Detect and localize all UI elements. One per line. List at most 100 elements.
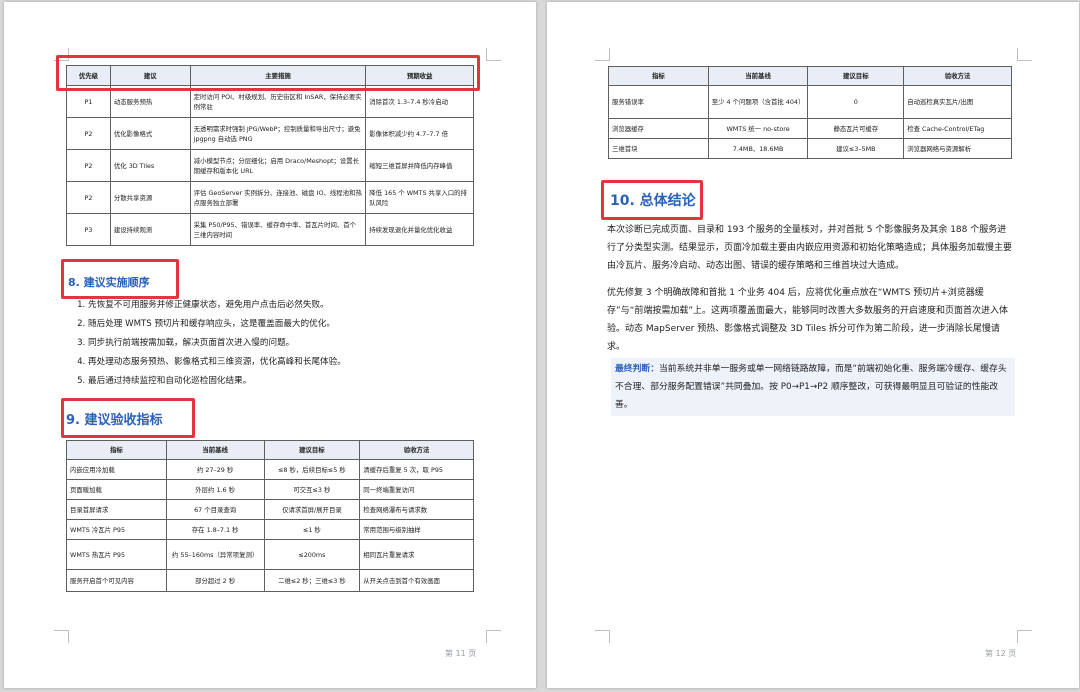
table-cell: 服务开启首个可见内容 [66, 569, 167, 592]
table-cell: 可交互≤3 秒 [263, 479, 361, 500]
table-row: P2 分散共享资源 评估 GeoServer 实例拆分、连接池、磁盘 IO、线程… [66, 181, 474, 214]
table-row: P3 建设持续观测 采集 P50/P95、错误率、缓存命中率、首瓦片时间、首个三… [66, 213, 474, 246]
table-cell: 三维首块 [608, 138, 709, 159]
list-item: 再处理动态服务预热、影像格式和三维资源，优化高峰和长尾体验。 [88, 353, 488, 372]
highlight-box [56, 55, 480, 91]
page-number: 第 12 页 [985, 649, 1017, 658]
table-cell: 部分超过 2 秒 [165, 569, 265, 592]
highlight-box [61, 398, 195, 438]
conclusion-paragraph-1: 本次诊断已完成页面、目录和 193 个服务的全量核对，并对首批 5 个影像服务及… [607, 225, 1013, 271]
list-item: 先恢复不可用服务并修正健康状态，避免用户点击后必然失败。 [88, 296, 488, 315]
table-row: 三维首块 7.4MB、18.6MB 建议≤3–5MB 浏览器网络与资源解析 [608, 138, 1012, 159]
table-row: P2 优化影像格式 无透明需求时强制 JPG/WebP；控制质量和导出尺寸；避免… [66, 117, 474, 150]
table-cell: 内嵌应用冷加载 [66, 459, 167, 480]
table-header-row: 指标 当前基线 建议目标 验收方法 [608, 66, 1012, 86]
conclusion-paragraph-2: 优先修复 3 个明确故障和首批 1 个业务 404 后，应将优化重点放在“WMT… [607, 288, 1008, 352]
final-verdict-callout: 最终判断：当前系统并非单一服务或单一网络链路故障，而是“前端初始化重、服务端冷缓… [611, 358, 1015, 416]
table-cell: 服务错误率 [608, 85, 709, 119]
table-cell: ≤1 秒 [263, 519, 361, 540]
table-header-row: 指标 当前基线 建议目标 验收方法 [66, 440, 474, 460]
crop-mark [595, 48, 610, 61]
table-row: 内嵌应用冷加载 约 27–29 秒 ≤8 秒，后续目标≤5 秒 清缓存后重复 5… [66, 459, 474, 480]
acceptance-metrics-table-continued: 指标 当前基线 建议目标 验收方法 服务错误率 至少 4 个问题项（含首批 40… [608, 66, 1012, 159]
table-cell: P2 [66, 117, 111, 150]
table-cell: 同一终端重复访问 [359, 479, 474, 500]
table-cell: P2 [66, 149, 111, 182]
crop-mark [486, 630, 501, 643]
col-header: 建议目标 [263, 440, 361, 460]
table-row: 浏览器缓存 WMTS 统一 no-store 静态瓦片可缓存 检查 Cache-… [608, 118, 1012, 139]
table-cell: 评估 GeoServer 实例拆分、连接池、磁盘 IO、线程池和热点服务独立部署 [189, 181, 367, 214]
final-verdict-label: 最终判断： [615, 364, 659, 374]
table-cell: 自动巡检真实瓦片/出图 [903, 85, 1012, 119]
table-cell: 0 [807, 85, 905, 119]
table-cell: WMTS 冷瓦片 P95 [66, 519, 167, 540]
table-cell: 持续发现退化并量化优化收益 [365, 213, 474, 246]
table-row: P2 优化 3D Tiles 减小模型节点；分层细化；启用 Draco/Mesh… [66, 149, 474, 182]
table-row: 页面暖加载 外层约 1.6 秒 可交互≤3 秒 同一终端重复访问 [66, 479, 474, 500]
table-cell: 至少 4 个问题项（含首批 404） [707, 85, 809, 119]
recommendation-table: 优先级 建议 主要措施 预期收益 P1 动态服务预热 定时访问 POI、村级规划… [66, 65, 474, 246]
table-cell: 检查网络瀑布与请求数 [359, 499, 474, 520]
table-cell: 分散共享资源 [109, 181, 191, 214]
table-cell: 约 27–29 秒 [165, 459, 265, 480]
table-cell: 仅请求首屏/展开目录 [263, 499, 361, 520]
highlight-box [61, 259, 179, 299]
table-cell: 67 个目录查询 [165, 499, 265, 520]
table-cell: 缩短三维首屏并降低内存峰值 [365, 149, 474, 182]
table-cell: 浏览器缓存 [608, 118, 709, 139]
col-header: 当前基线 [707, 66, 809, 86]
crop-mark [1017, 630, 1032, 643]
table-cell: 外层约 1.6 秒 [165, 479, 265, 500]
page-number: 第 11 页 [445, 649, 477, 658]
crop-mark [1017, 48, 1032, 61]
document-page-12: 指标 当前基线 建议目标 验收方法 服务错误率 至少 4 个问题项（含首批 40… [547, 2, 1079, 688]
table-cell: 约 55–160ms（异常项复测） [165, 539, 265, 570]
table-cell: 目录首屏请求 [66, 499, 167, 520]
list-item: 随后处理 WMTS 预切片和缓存响应头，这是覆盖面最大的优化。 [88, 315, 488, 334]
table-cell: 常用范围与级别抽样 [359, 519, 474, 540]
table-cell: ≤8 秒，后续目标≤5 秒 [263, 459, 361, 480]
table-row: 服务开启首个可见内容 部分超过 2 秒 二维≤2 秒；三维≤3 秒 从开关点击到… [66, 569, 474, 592]
table-cell: 降低 165 个 WMTS 共享入口的排队风险 [365, 181, 474, 214]
table-cell: 静态瓦片可缓存 [807, 118, 905, 139]
table-cell: 减小模型节点；分层细化；启用 Draco/Meshopt；设置长期缓存和版本化 … [189, 149, 367, 182]
acceptance-metrics-table: 指标 当前基线 建议目标 验收方法 内嵌应用冷加载 约 27–29 秒 ≤8 秒… [66, 440, 474, 592]
table-cell: WMTS 热瓦片 P95 [66, 539, 167, 570]
table-cell: 从开关点击到首个有效画面 [359, 569, 474, 592]
table-cell: 相同瓦片重复请求 [359, 539, 474, 570]
table-cell: ≤200ms [263, 539, 361, 570]
implementation-steps: 先恢复不可用服务并修正健康状态，避免用户点击后必然失败。 随后处理 WMTS 预… [68, 296, 488, 391]
table-row: WMTS 冷瓦片 P95 存在 1.8–7.1 秒 ≤1 秒 常用范围与级别抽样 [66, 519, 474, 540]
table-row: 服务错误率 至少 4 个问题项（含首批 404） 0 自动巡检真实瓦片/出图 [608, 85, 1012, 119]
table-cell: 优化 3D Tiles [109, 149, 191, 182]
table-cell: 无透明需求时强制 JPG/WebP；控制质量和导出尺寸；避免 jpgpng 自动… [189, 117, 367, 150]
col-header: 指标 [608, 66, 709, 86]
col-header: 验收方法 [903, 66, 1012, 86]
crop-mark [595, 630, 610, 643]
table-cell: 浏览器网络与资源解析 [903, 138, 1012, 159]
highlight-box [601, 180, 703, 220]
table-cell: 二维≤2 秒；三维≤3 秒 [263, 569, 361, 592]
col-header: 指标 [66, 440, 167, 460]
col-header: 验收方法 [359, 440, 474, 460]
col-header: 建议目标 [807, 66, 905, 86]
crop-mark [486, 48, 501, 61]
col-header: 当前基线 [165, 440, 265, 460]
table-cell: 建设持续观测 [109, 213, 191, 246]
table-row: WMTS 热瓦片 P95 约 55–160ms（异常项复测） ≤200ms 相同… [66, 539, 474, 570]
table-cell: 建议≤3–5MB [807, 138, 905, 159]
table-cell: 影像体积减少约 4.7–7.7 倍 [365, 117, 474, 150]
table-cell: 页面暖加载 [66, 479, 167, 500]
table-cell: P3 [66, 213, 111, 246]
table-cell: 采集 P50/P95、错误率、缓存命中率、首瓦片时间、首个三维内容时间 [189, 213, 367, 246]
table-cell: 检查 Cache-Control/ETag [903, 118, 1012, 139]
table-cell: P2 [66, 181, 111, 214]
table-cell: 存在 1.8–7.1 秒 [165, 519, 265, 540]
list-item: 最后通过持续监控和自动化巡检固化结果。 [88, 372, 488, 391]
table-cell: 清缓存后重复 5 次，取 P95 [359, 459, 474, 480]
table-cell: WMTS 统一 no-store [707, 118, 809, 139]
final-verdict-text: 当前系统并非单一服务或单一网络链路故障，而是“前端初始化重、服务端冷缓存、缓存头… [615, 364, 1007, 410]
table-cell: 优化影像格式 [109, 117, 191, 150]
table-row: 目录首屏请求 67 个目录查询 仅请求首屏/展开目录 检查网络瀑布与请求数 [66, 499, 474, 520]
